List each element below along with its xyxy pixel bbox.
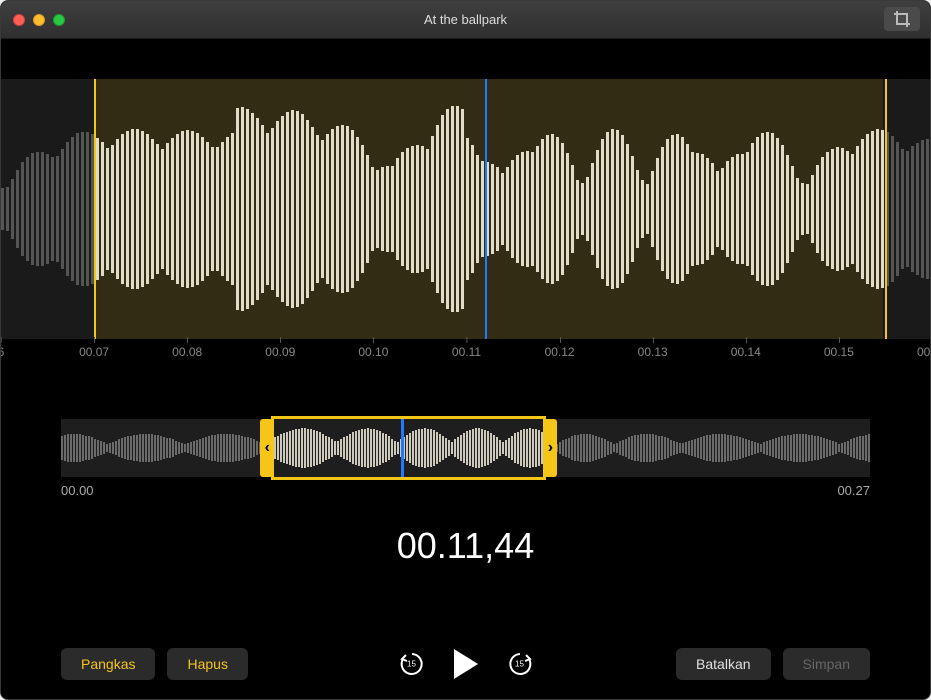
time-ruler: 6 00.07 00.08 00.09 00.10 00.11 00.12 00.13 00.1… [1, 345, 930, 369]
transport-controls: 15 15 [398, 649, 534, 679]
main-waveform [1, 79, 930, 339]
overview-trim-handle-end[interactable]: › [543, 419, 557, 477]
ruler-tick: 00.16 [917, 345, 931, 359]
crop-icon [893, 10, 911, 28]
skip-forward-button[interactable]: 15 [506, 650, 534, 678]
overview-trim-region[interactable]: ‹ › [271, 416, 546, 480]
ruler-tick: 00.15 [824, 345, 854, 359]
save-button[interactable]: Simpan [783, 648, 870, 680]
ruler-tick: 00.07 [79, 345, 109, 359]
main-waveform-area[interactable] [1, 79, 930, 339]
overview-trim-handle-start[interactable]: ‹ [260, 419, 274, 477]
delete-button[interactable]: Hapus [167, 648, 247, 680]
current-timecode: 00.11,44 [1, 525, 930, 567]
window-title: At the ballpark [1, 12, 930, 27]
overview-playhead[interactable] [401, 419, 404, 477]
waveform-bars [1, 79, 930, 339]
ruler-tick: 00.14 [731, 345, 761, 359]
ruler-tick: 00.12 [545, 345, 575, 359]
editor-content: 6 00.07 00.08 00.09 00.10 00.11 00.12 00.13 00.1… [1, 39, 930, 699]
trim-handle-end[interactable] [885, 79, 887, 339]
skip-back-seconds: 15 [407, 660, 416, 669]
ruler-tick: 00.13 [638, 345, 668, 359]
ruler-tick: 6 [0, 345, 4, 359]
ruler-tick: 00.11 [452, 345, 481, 359]
overview-start-label: 00.00 [61, 483, 94, 498]
ruler-tick: 00.08 [172, 345, 202, 359]
titlebar: At the ballpark [1, 1, 930, 39]
skip-forward-seconds: 15 [515, 660, 524, 669]
ruler-tick: 00.10 [358, 345, 388, 359]
play-button[interactable] [454, 649, 478, 679]
overview-waveform[interactable]: ‹ › [61, 419, 870, 477]
ruler-tick: 00.09 [265, 345, 295, 359]
crop-mode-button[interactable] [884, 7, 920, 31]
trim-handle-start[interactable] [94, 79, 96, 339]
trim-button[interactable]: Pangkas [61, 648, 155, 680]
overview-end-label: 00.27 [837, 483, 870, 498]
overview-time-labels: 00.00 00.27 [61, 483, 870, 498]
editor-window: At the ballpark 6 00.07 00.08 00.09 00.10 00.… [0, 0, 931, 700]
bottom-toolbar: Pangkas Hapus 15 15 [1, 629, 930, 699]
skip-back-button[interactable]: 15 [398, 650, 426, 678]
playhead[interactable] [485, 79, 487, 339]
cancel-button[interactable]: Batalkan [676, 648, 770, 680]
